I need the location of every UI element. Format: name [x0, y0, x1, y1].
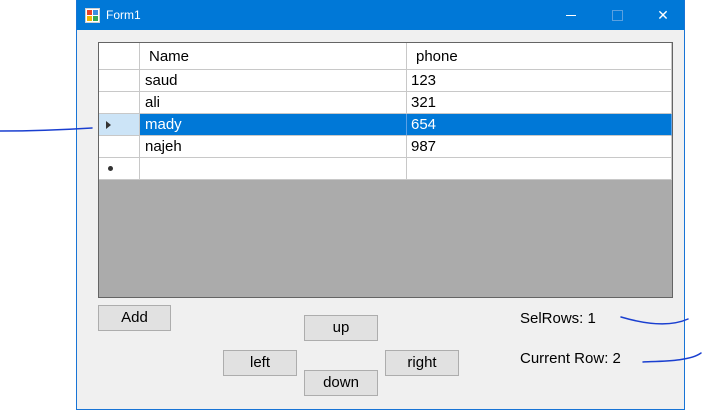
title-bar[interactable]: Form1 ✕	[77, 0, 684, 30]
column-header-phone[interactable]: phone	[407, 43, 672, 70]
data-grid[interactable]: Name phone saud 123 ali 321 mady 654 naj…	[98, 42, 673, 298]
left-button[interactable]: left	[223, 350, 297, 376]
table-row-selected[interactable]: mady 654	[99, 114, 672, 136]
down-button[interactable]: down	[304, 370, 378, 396]
grid-corner-header[interactable]	[99, 43, 140, 70]
sel-rows-label: SelRows: 1	[520, 310, 596, 327]
app-icon	[85, 8, 100, 23]
new-cell-name[interactable]	[140, 158, 407, 180]
cell-name[interactable]: saud	[140, 70, 407, 92]
row-header[interactable]	[99, 114, 140, 136]
cell-phone[interactable]: 321	[407, 92, 672, 114]
cell-phone[interactable]: 987	[407, 136, 672, 158]
right-button[interactable]: right	[385, 350, 459, 376]
minimize-icon	[566, 14, 576, 16]
maximize-icon	[611, 9, 623, 21]
new-row[interactable]	[99, 158, 672, 180]
new-cell-phone[interactable]	[407, 158, 672, 180]
table-row[interactable]: najeh 987	[99, 136, 672, 158]
cell-phone[interactable]: 654	[407, 114, 672, 136]
current-row-label: Current Row: 2	[520, 350, 621, 367]
cell-name[interactable]: najeh	[140, 136, 407, 158]
add-button[interactable]: Add	[98, 305, 171, 331]
close-button[interactable]: ✕	[640, 0, 686, 30]
grid-header-row: Name phone	[99, 43, 672, 70]
window-title: Form1	[106, 8, 141, 22]
cell-phone[interactable]: 123	[407, 70, 672, 92]
row-header[interactable]	[99, 136, 140, 158]
cell-name[interactable]: ali	[140, 92, 407, 114]
column-header-name[interactable]: Name	[140, 43, 407, 70]
up-button[interactable]: up	[304, 315, 378, 341]
row-header[interactable]	[99, 92, 140, 114]
row-header[interactable]	[99, 158, 140, 180]
current-row-arrow-icon	[106, 121, 111, 129]
minimize-button[interactable]	[548, 0, 594, 30]
row-header[interactable]	[99, 70, 140, 92]
maximize-button[interactable]	[594, 0, 640, 30]
table-row[interactable]: saud 123	[99, 70, 672, 92]
close-icon: ✕	[657, 7, 669, 23]
new-row-asterisk-icon	[108, 166, 113, 171]
cell-name[interactable]: mady	[140, 114, 407, 136]
form-window: Form1 ✕ Name phone saud 123 ali 321 mady…	[76, 0, 685, 410]
table-row[interactable]: ali 321	[99, 92, 672, 114]
